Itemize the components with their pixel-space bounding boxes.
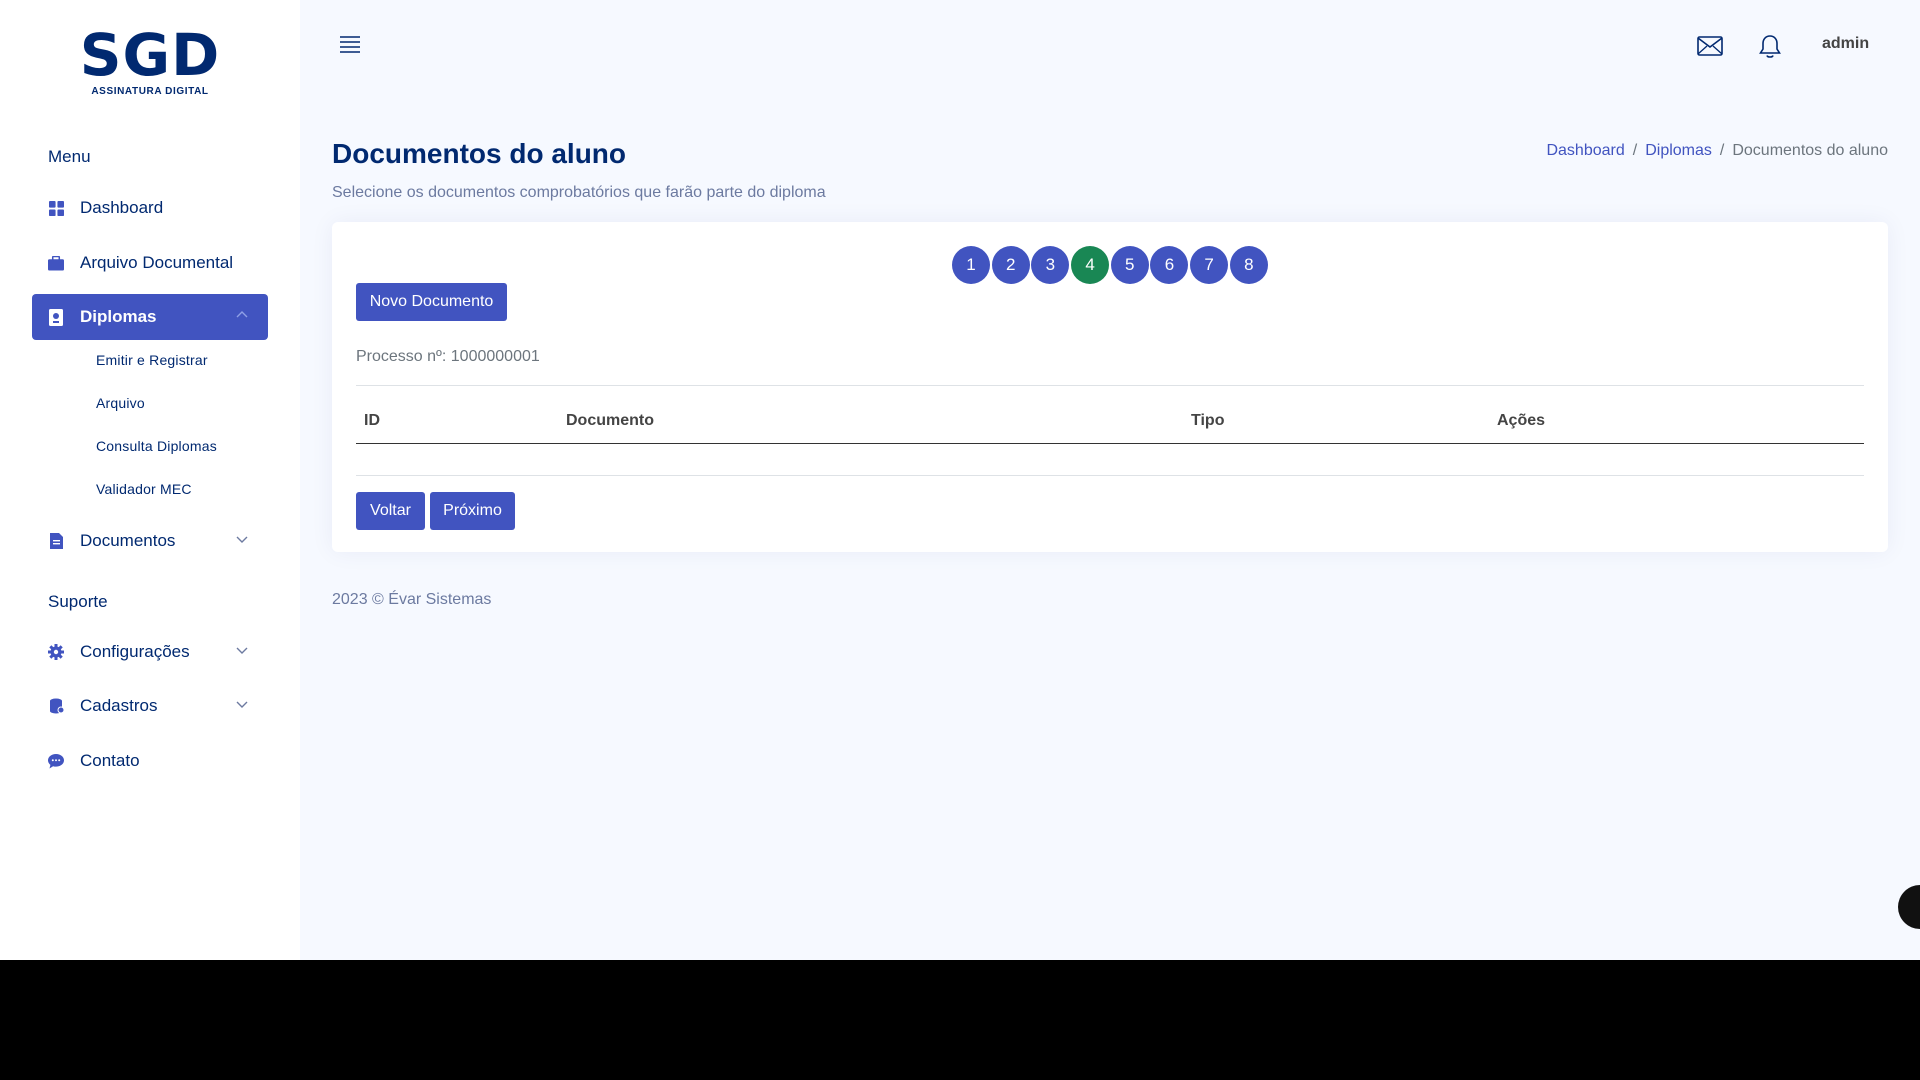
column-header-acoes: Ações xyxy=(1497,412,1546,429)
sidebar-item-label: Contato xyxy=(80,751,140,770)
column-header-documento: Documento xyxy=(566,412,654,429)
documents-card: 12345678 Novo Documento Processo nº: 100… xyxy=(332,222,1888,552)
process-label: Processo nº: xyxy=(356,348,447,365)
sidebar-item-contato[interactable]: Contato xyxy=(32,738,268,784)
logo-subtitle: ASSINATURA DIGITAL xyxy=(91,86,209,97)
menu-heading: Menu xyxy=(48,147,91,166)
step-4[interactable]: 4 xyxy=(1071,246,1110,284)
column-header-tipo: Tipo xyxy=(1191,412,1225,429)
footer-copyright: 2023 © Évar Sistemas xyxy=(332,591,492,608)
sidebar-item-label: Cadastros xyxy=(80,696,158,715)
sidebar-item-label: Documentos xyxy=(80,531,176,550)
step-indicator: 12345678 xyxy=(952,246,1270,284)
logo-text: SGD xyxy=(79,21,221,89)
chevron-up-icon xyxy=(236,311,248,318)
logo[interactable]: SGD ASSINATURA DIGITAL xyxy=(0,26,300,97)
column-header-id: ID xyxy=(364,412,380,429)
chat-icon xyxy=(48,753,64,769)
floating-toggle-button[interactable] xyxy=(1898,885,1920,929)
mail-icon[interactable] xyxy=(1697,36,1723,56)
back-button[interactable]: Voltar xyxy=(356,492,425,530)
next-button[interactable]: Próximo xyxy=(430,492,515,530)
page-subtitle: Selecione os documentos comprobatórios q… xyxy=(332,184,826,201)
database-icon xyxy=(48,698,64,714)
process-number: Processo nº: 1000000001 xyxy=(356,348,540,366)
table-divider xyxy=(356,385,1864,386)
chevron-down-icon xyxy=(236,701,248,708)
sidebar-item-label: Diplomas xyxy=(80,307,157,326)
sidebar-subitem-arquivo[interactable]: Arquivo xyxy=(96,395,145,411)
table-header-underline xyxy=(356,443,1864,444)
breadcrumb-separator: / xyxy=(1632,142,1638,159)
sidebar-subitem-emitir[interactable]: Emitir e Registrar xyxy=(96,352,208,368)
sidebar-item-label: Arquivo Documental xyxy=(80,253,234,272)
process-value: 1000000001 xyxy=(450,348,540,365)
new-document-button[interactable]: Novo Documento xyxy=(356,283,507,321)
bell-icon[interactable] xyxy=(1758,34,1782,60)
sidebar-item-cadastros[interactable]: Cadastros xyxy=(32,683,268,729)
sidebar-item-diplomas[interactable]: Diplomas xyxy=(32,294,268,340)
grid-icon xyxy=(48,200,64,216)
user-menu[interactable]: admin xyxy=(1822,35,1869,53)
step-7[interactable]: 7 xyxy=(1190,246,1229,284)
sidebar-subitem-validador[interactable]: Validador MEC xyxy=(96,481,192,497)
sidebar: SGD ASSINATURA DIGITAL Menu Dashboard Ar… xyxy=(0,0,300,960)
breadcrumb: Dashboard / Diplomas / Documentos do alu… xyxy=(1546,142,1888,160)
step-6[interactable]: 6 xyxy=(1150,246,1189,284)
table-divider xyxy=(356,475,1864,476)
step-8[interactable]: 8 xyxy=(1229,246,1268,284)
sidebar-item-documentos[interactable]: Documentos xyxy=(32,518,268,564)
sidebar-item-label: Configurações xyxy=(80,642,190,661)
chevron-down-icon xyxy=(236,536,248,543)
breadcrumb-dashboard[interactable]: Dashboard xyxy=(1546,142,1624,160)
step-2[interactable]: 2 xyxy=(991,246,1030,284)
briefcase-icon xyxy=(48,255,64,271)
app-window: SGD ASSINATURA DIGITAL Menu Dashboard Ar… xyxy=(0,0,1920,960)
step-5[interactable]: 5 xyxy=(1110,246,1149,284)
sidebar-item-dashboard[interactable]: Dashboard xyxy=(32,185,268,231)
breadcrumb-separator: / xyxy=(1719,142,1725,159)
gear-icon xyxy=(48,644,64,660)
hamburger-menu-icon[interactable] xyxy=(338,34,362,54)
breadcrumb-current: Documentos do aluno xyxy=(1732,142,1888,159)
sidebar-item-arquivo-documental[interactable]: Arquivo Documental xyxy=(32,240,268,286)
step-3[interactable]: 3 xyxy=(1031,246,1070,284)
sidebar-item-configuracoes[interactable]: Configurações xyxy=(32,629,268,675)
page-title: Documentos do aluno xyxy=(332,138,626,169)
sidebar-subitem-consulta[interactable]: Consulta Diplomas xyxy=(96,438,217,454)
document-badge-icon xyxy=(48,308,64,326)
chevron-down-icon xyxy=(236,647,248,654)
step-1[interactable]: 1 xyxy=(952,246,990,284)
support-heading: Suporte xyxy=(48,592,108,611)
breadcrumb-diplomas[interactable]: Diplomas xyxy=(1645,142,1712,160)
file-text-icon xyxy=(48,533,64,549)
sidebar-item-label: Dashboard xyxy=(80,198,164,217)
